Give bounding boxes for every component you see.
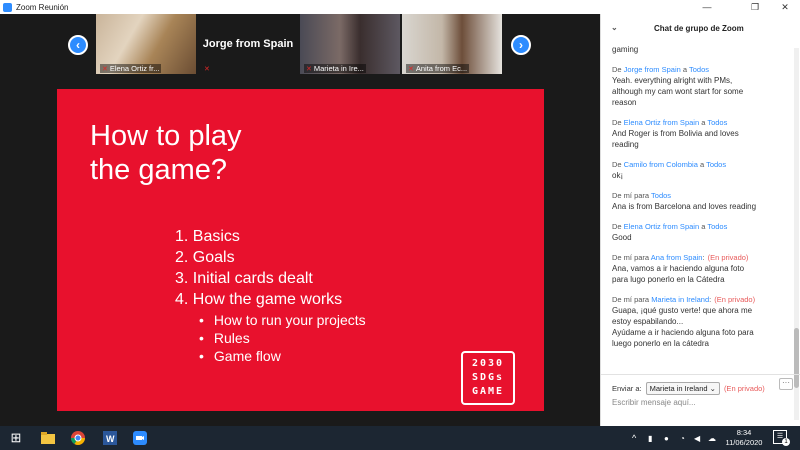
gallery-next-button[interactable]: › [511,35,531,55]
chat-message-input[interactable]: Escribir mensaje aquí... [612,398,696,407]
svg-text:W: W [106,434,115,444]
title-bar: Zoom Reunión — ❐ ✕ [0,0,800,14]
sender-name[interactable]: Ana from Spain [651,253,703,262]
chat-message: De mí para Marieta in Ireland: (En privad… [612,294,793,349]
sub-item: Game flow [199,347,366,365]
muted-mic-icon: ✕ [204,66,210,73]
chat-message: De mí para Ana from Spain: (En privado) An… [612,252,793,285]
agenda-item: 3. Initial cards dealt [175,270,313,287]
chat-scrollbar[interactable] [794,48,799,420]
chrome-icon[interactable] [70,430,86,446]
slide-title: How to play the game? [90,120,242,186]
more-options-button[interactable]: ··· [779,378,793,390]
chat-messages[interactable]: gaming De Jorge from Spain a Todos Yeah. e… [601,44,793,374]
slide-sub-list: How to run your projects Rules Game flow [199,311,366,365]
agenda-item: 2. Goals [175,249,235,266]
message-meta: De Camilo from Colombia a Todos [612,160,727,169]
private-badge: (En privado) [707,253,749,262]
recipient-name[interactable]: Todos [689,65,709,74]
chat-message: De Jorge from Spain a Todos Yeah. everyth… [612,64,793,108]
battery-icon[interactable]: ▮ [648,426,652,450]
gallery-strip: ‹ ✕ Elena Ortiz fr... Jorge from Spain ✕ … [0,14,600,74]
message-text: Guapa, ¡qué gusto verte! que ahora me es… [612,306,754,348]
message-meta: De Jorge from Spain a Todos [612,65,710,74]
sub-item: Rules [199,329,366,347]
participant-name: Marieta in Ire... [313,64,364,73]
sender-name[interactable]: Elena Ortiz from Spain [624,222,699,231]
private-badge: (En privado) [714,295,756,304]
chat-message: De mí para Todos Ana is from Barcelona an… [612,190,793,212]
notification-center-icon[interactable]: ☰ 1 [773,430,790,446]
message-meta: De Elena Ortiz from Spain a Todos [612,118,728,127]
chat-header: ⌄ Chat de grupo de Zoom [601,14,800,44]
file-explorer-icon[interactable] [40,430,56,446]
muted-mic-icon: ✕ [408,65,414,73]
chat-message: De Elena Ortiz from Spain a Todos And Rog… [612,117,793,150]
participant-tile-marieta[interactable]: ✕ Marieta in Ire... [300,14,400,74]
sender-name[interactable]: Elena Ortiz from Spain [624,118,699,127]
zoom-logo-icon [3,2,12,12]
chat-panel: ⌄ Chat de grupo de Zoom gaming De Jorge f… [600,14,800,426]
minimize-button[interactable]: — [692,0,722,14]
message-text: Good [612,233,632,242]
sender-name[interactable]: Camilo from Colombia [624,160,698,169]
chat-composer: Enviar a: Marieta in Ireland ⌄ (En priva… [601,374,800,426]
video-area: ‹ ✕ Elena Ortiz fr... Jorge from Spain ✕ … [0,14,600,426]
word-icon[interactable]: W [102,430,118,446]
sender-name[interactable]: Todos [651,191,671,200]
private-label: (En privado) [723,384,765,393]
muted-mic-icon: ✕ [306,65,312,73]
message-meta: De mí para Todos [612,191,672,200]
chat-message: De Camilo from Colombia a Todos ok¡ [612,159,793,181]
participant-name: Elena Ortiz fr... [109,64,160,73]
zoom-taskbar-icon[interactable] [132,430,148,446]
recipient-name[interactable]: Todos [707,222,727,231]
sub-item: How to run your projects [199,311,366,329]
message-text: Ana, vamos a ir haciendo alguna foto par… [612,264,745,284]
chat-message: gaming [612,44,793,55]
volume-icon[interactable]: ◀ [694,426,700,450]
participant-tile-anita[interactable]: ✕ Anita from Ec... [402,14,502,74]
recipient-name[interactable]: Todos [707,118,727,127]
message-meta: De mí para Marieta in Ireland: (En privad… [612,295,756,304]
send-to-select[interactable]: Marieta in Ireland ⌄ [645,382,720,395]
wifi-icon[interactable]: ◔ [680,426,685,450]
message-text: Ana is from Barcelona and loves reading [612,202,757,211]
tray-expand-icon[interactable]: ^ [632,426,636,450]
windows-taskbar: ⊞ W ^ ▮ ● ◔ ◀ ☁ 8:34 11/06/2020 ☰ 1 [0,426,800,450]
windows-start-icon[interactable]: ⊞ [8,430,24,446]
chevron-down-icon[interactable]: ⌄ [611,23,618,32]
recipient-name[interactable]: Todos [706,160,726,169]
microphone-icon[interactable]: ● [664,426,669,450]
muted-mic-icon: ✕ [102,65,108,73]
notification-badge: 1 [782,438,790,446]
taskbar-clock[interactable]: 8:34 11/06/2020 [724,428,764,448]
gallery-prev-button[interactable]: ‹ [68,35,88,55]
message-text: ok¡ [612,171,624,180]
shared-slide: How to play the game? 1. Basics 2. Goals… [57,89,544,411]
slide-agenda-list: 1. Basics 2. Goals 3. Initial cards deal… [175,226,342,310]
onedrive-icon[interactable]: ☁ [708,426,716,450]
sdgs-game-logo: 2030 SDGs GAME [461,351,515,405]
message-text: Yeah. everything alright with PMs, altho… [612,76,744,107]
chat-title: Chat de grupo de Zoom [654,24,744,33]
sender-name[interactable]: Marieta in Ireland [651,295,709,304]
message-meta: De mí para Ana from Spain: (En privado) [612,253,749,262]
close-button[interactable]: ✕ [770,0,800,14]
agenda-item: 1. Basics [175,228,240,245]
participant-name: Anita from Ec... [415,64,468,73]
sender-name[interactable]: Jorge from Spain [624,65,681,74]
zoom-window: Zoom Reunión — ❐ ✕ ‹ ✕ Elena Ortiz fr... … [0,0,800,450]
agenda-item: 4. How the game works [175,291,343,308]
participant-name: Jorge from Spain [202,38,294,50]
chat-message: De Elena Ortiz from Spain a Todos Good [612,221,793,243]
send-to-label: Enviar a: [612,384,642,393]
message-text: gaming [612,45,639,54]
window-title: Zoom Reunión [16,2,69,12]
restore-button[interactable]: ❐ [740,0,770,14]
message-text: And Roger is from Bolivia and loves read… [612,129,739,149]
participant-tile-jorge[interactable]: Jorge from Spain ✕ [198,14,298,74]
participant-tile-elena[interactable]: ✕ Elena Ortiz fr... [96,14,196,74]
message-meta: De Elena Ortiz from Spain a Todos [612,222,728,231]
